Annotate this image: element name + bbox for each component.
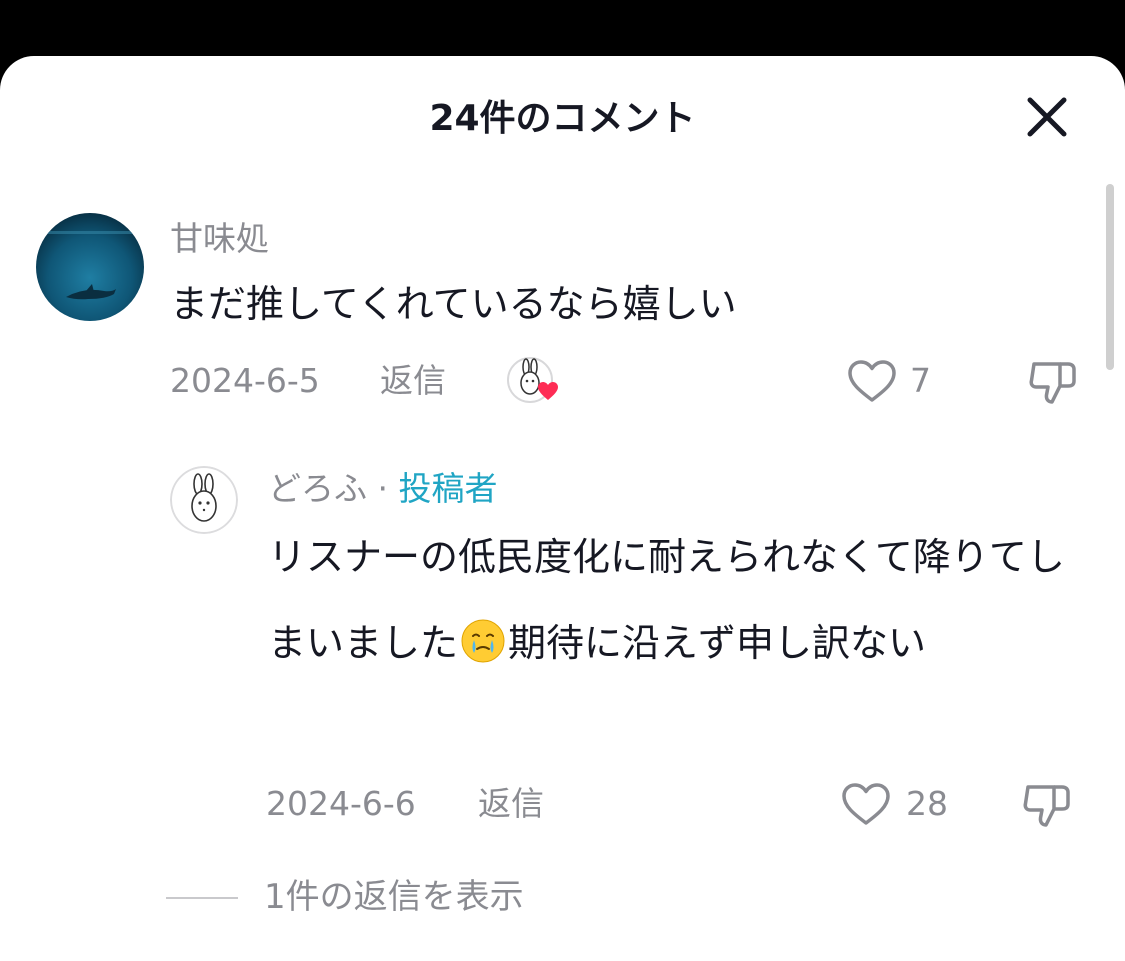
comment-username[interactable]: 甘味処 bbox=[170, 219, 269, 259]
rabbit-avatar-icon bbox=[170, 466, 238, 534]
reply-reply-button[interactable]: 返信 bbox=[478, 784, 544, 824]
scrollbar[interactable] bbox=[1106, 184, 1114, 370]
comment-date: 2024-6-5 bbox=[170, 361, 320, 400]
dolphin-photo-icon bbox=[36, 213, 144, 321]
dislike-button[interactable] bbox=[1026, 356, 1080, 408]
username-separator: · bbox=[377, 469, 389, 508]
author-badge: 投稿者 bbox=[398, 469, 498, 508]
heart-icon bbox=[848, 360, 896, 402]
close-button[interactable] bbox=[1020, 94, 1074, 144]
heart-icon bbox=[842, 783, 890, 825]
reply-username-line: どろふ · 投稿者 bbox=[268, 469, 498, 509]
avatar[interactable] bbox=[36, 213, 144, 321]
reply-date: 2024-6-6 bbox=[266, 784, 416, 823]
reply-like-button[interactable] bbox=[840, 781, 892, 827]
thumbs-down-icon bbox=[1023, 785, 1070, 827]
like-button[interactable] bbox=[846, 358, 898, 404]
face-holding-back-tears-icon bbox=[461, 619, 505, 663]
comment-text: まだ推してくれているなら嬉しい bbox=[170, 282, 737, 326]
reply-text: リスナーの低民度化に耐えられなくて降りてしまいました 期待に沿えず申し訳ない bbox=[268, 514, 1098, 686]
reply-text-part2: 期待に沿えず申し訳ない bbox=[508, 621, 927, 665]
divider-line bbox=[166, 897, 238, 899]
comments-sheet: 24件のコメント 甘味処 まだ推してくれているなら嬉しい 2024-6-5 返信 bbox=[0, 56, 1125, 961]
view-replies-label: 1件の返信を表示 bbox=[264, 877, 524, 917]
reply-like-count: 28 bbox=[906, 784, 948, 823]
sheet-title: 24件のコメント bbox=[429, 98, 696, 139]
creator-liked-icon bbox=[507, 357, 558, 403]
reply-username[interactable]: どろふ bbox=[268, 469, 367, 508]
reply-button[interactable]: 返信 bbox=[380, 361, 446, 401]
thumbs-down-icon bbox=[1029, 362, 1076, 404]
like-count: 7 bbox=[910, 361, 931, 400]
creator-liked-badge bbox=[506, 356, 564, 408]
close-icon bbox=[1027, 97, 1067, 137]
reply-avatar[interactable] bbox=[170, 466, 238, 534]
reply-dislike-button[interactable] bbox=[1020, 779, 1074, 831]
